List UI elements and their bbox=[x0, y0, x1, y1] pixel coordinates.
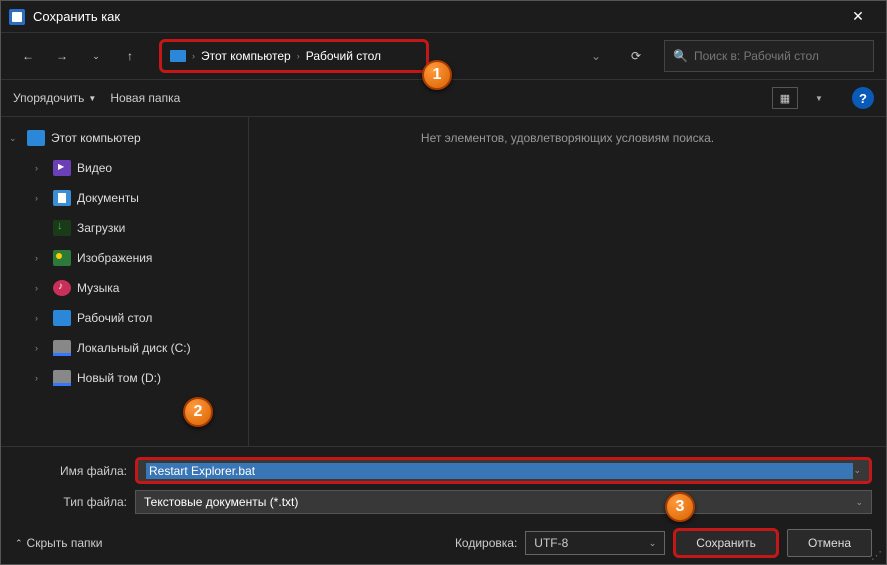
back-button[interactable]: ← bbox=[13, 41, 43, 71]
up-button[interactable]: ↑ bbox=[115, 41, 145, 71]
bottom-panel: Имя файла: Restart Explorer.bat ⌄ Тип фа… bbox=[1, 446, 886, 564]
file-list-area: Нет элементов, удовлетворяющих условиям … bbox=[249, 117, 886, 446]
resize-grip-icon[interactable]: ⋰ bbox=[871, 549, 882, 562]
tree-item-images[interactable]: › Изображения bbox=[1, 243, 248, 273]
pc-icon bbox=[27, 130, 45, 146]
expand-icon[interactable]: › bbox=[35, 163, 47, 173]
tree-item-downloads[interactable]: Загрузки bbox=[1, 213, 248, 243]
view-icon: ▦ bbox=[780, 92, 790, 105]
app-icon bbox=[9, 9, 25, 25]
search-placeholder: Поиск в: Рабочий стол bbox=[694, 49, 819, 63]
path-dropdown-icon[interactable]: ⌄ bbox=[584, 49, 608, 63]
titlebar: Сохранить как ✕ bbox=[1, 1, 886, 33]
new-folder-button[interactable]: Новая папка bbox=[110, 91, 180, 105]
tree-item-desktop[interactable]: › Рабочий стол bbox=[1, 303, 248, 333]
collapse-icon[interactable]: ⌄ bbox=[9, 133, 21, 144]
filetype-label: Тип файла: bbox=[15, 495, 135, 509]
window-title: Сохранить как bbox=[33, 9, 838, 24]
disk-icon bbox=[53, 370, 71, 386]
expand-icon[interactable]: › bbox=[35, 343, 47, 353]
annotation-2: 2 bbox=[183, 397, 213, 427]
tree-item-disk-d[interactable]: › Новый том (D:) bbox=[1, 363, 248, 393]
chevron-down-icon[interactable]: ⌄ bbox=[853, 465, 861, 476]
filename-input[interactable]: Restart Explorer.bat ⌄ bbox=[135, 457, 872, 484]
chevron-down-icon[interactable]: ⌄ bbox=[855, 497, 863, 508]
downloads-icon bbox=[53, 220, 71, 236]
expand-icon[interactable]: › bbox=[35, 283, 47, 293]
tree-item-documents[interactable]: › Документы bbox=[1, 183, 248, 213]
save-button[interactable]: Сохранить bbox=[673, 528, 779, 558]
chevron-down-icon: ⌄ bbox=[649, 538, 657, 549]
annotation-3: 3 bbox=[665, 492, 695, 522]
documents-icon bbox=[53, 190, 71, 206]
chevron-down-icon: ▼ bbox=[88, 94, 96, 103]
tree-root-pc[interactable]: ⌄ Этот компьютер bbox=[1, 123, 248, 153]
filetype-select[interactable]: Текстовые документы (*.txt) ⌄ bbox=[135, 490, 872, 514]
chevron-up-icon: ⌃ bbox=[15, 538, 23, 549]
disk-icon bbox=[53, 340, 71, 356]
annotation-1: 1 bbox=[422, 60, 452, 90]
filename-label: Имя файла: bbox=[15, 464, 135, 478]
music-icon bbox=[53, 280, 71, 296]
expand-icon[interactable]: › bbox=[35, 193, 47, 203]
body-area: ⌄ Этот компьютер › Видео › Документы Заг… bbox=[1, 117, 886, 446]
tree-item-disk-c[interactable]: › Локальный диск (C:) bbox=[1, 333, 248, 363]
folder-tree: ⌄ Этот компьютер › Видео › Документы Заг… bbox=[1, 117, 249, 446]
breadcrumb-pc[interactable]: Этот компьютер bbox=[201, 49, 291, 63]
tree-item-video[interactable]: › Видео bbox=[1, 153, 248, 183]
desktop-icon bbox=[53, 310, 71, 326]
empty-message: Нет элементов, удовлетворяющих условиям … bbox=[263, 131, 872, 145]
hide-folders-link[interactable]: ⌃ Скрыть папки bbox=[15, 536, 102, 550]
chevron-right-icon: › bbox=[297, 51, 300, 61]
breadcrumb-desktop[interactable]: Рабочий стол bbox=[306, 49, 381, 63]
video-icon bbox=[53, 160, 71, 176]
organize-button[interactable]: Упорядочить ▼ bbox=[13, 91, 96, 105]
expand-icon[interactable]: › bbox=[35, 373, 47, 383]
close-button[interactable]: ✕ bbox=[838, 1, 878, 33]
view-dropdown-icon[interactable]: ▼ bbox=[812, 94, 826, 103]
pc-icon bbox=[170, 50, 186, 62]
expand-icon[interactable]: › bbox=[35, 253, 47, 263]
recent-button[interactable]: ⌄ bbox=[81, 41, 111, 71]
forward-button[interactable]: → bbox=[47, 41, 77, 71]
images-icon bbox=[53, 250, 71, 266]
search-input[interactable]: 🔍 Поиск в: Рабочий стол bbox=[664, 40, 874, 72]
encoding-select[interactable]: UTF-8 ⌄ bbox=[525, 531, 665, 555]
breadcrumb[interactable]: › Этот компьютер › Рабочий стол bbox=[159, 39, 429, 73]
tree-item-music[interactable]: › Музыка bbox=[1, 273, 248, 303]
cancel-button[interactable]: Отмена bbox=[787, 529, 872, 557]
search-icon: 🔍 bbox=[673, 49, 688, 63]
help-button[interactable]: ? bbox=[852, 87, 874, 109]
encoding-label: Кодировка: bbox=[455, 536, 517, 550]
refresh-button[interactable]: ⟳ bbox=[620, 49, 652, 63]
view-mode-button[interactable]: ▦ bbox=[772, 87, 798, 109]
chevron-right-icon: › bbox=[192, 51, 195, 61]
expand-icon[interactable]: › bbox=[35, 313, 47, 323]
